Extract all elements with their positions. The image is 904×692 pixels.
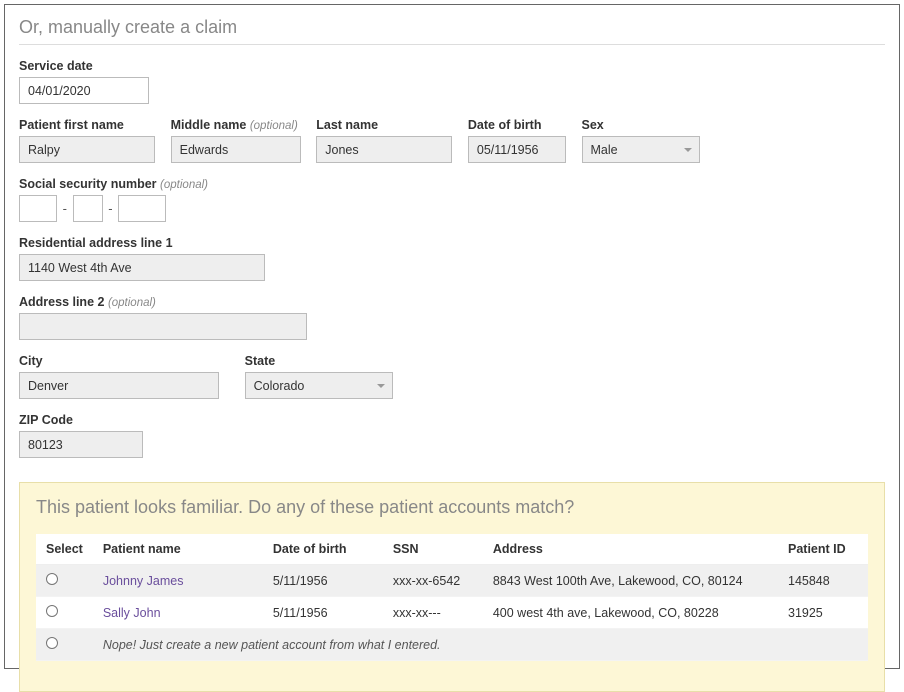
create-new-message: Nope! Just create a new patient account …: [93, 629, 868, 661]
patient-name-link[interactable]: Sally John: [93, 597, 263, 629]
row-dob: 5/11/1956: [263, 565, 383, 597]
create-new-row[interactable]: Nope! Just create a new patient account …: [36, 629, 868, 661]
col-address: Address: [483, 534, 778, 565]
select-radio[interactable]: [46, 605, 58, 617]
zip-input[interactable]: [19, 431, 143, 458]
addr1-input[interactable]: [19, 254, 265, 281]
patient-match-panel: This patient looks familiar. Do any of t…: [19, 482, 885, 692]
addr2-label-text: Address line 2: [19, 295, 104, 309]
col-dob: Date of birth: [263, 534, 383, 565]
col-pid: Patient ID: [778, 534, 868, 565]
ssn-sep-1: -: [63, 201, 67, 216]
row-ssn: xxx-xx---: [383, 597, 483, 629]
state-select[interactable]: [245, 372, 393, 399]
ssn-part-1[interactable]: [19, 195, 57, 222]
match-table: Select Patient name Date of birth SSN Ad…: [36, 534, 868, 661]
row-dob: 5/11/1956: [263, 597, 383, 629]
first-name-label: Patient first name: [19, 118, 155, 132]
last-name-label: Last name: [316, 118, 452, 132]
middle-name-input[interactable]: [171, 136, 301, 163]
ssn-input-group: - -: [19, 201, 166, 216]
addr2-label: Address line 2 (optional): [19, 295, 307, 309]
select-radio[interactable]: [46, 573, 58, 585]
table-row[interactable]: Sally John 5/11/1956 xxx-xx--- 400 west …: [36, 597, 868, 629]
sex-select[interactable]: [582, 136, 700, 163]
dob-label: Date of birth: [468, 118, 566, 132]
middle-name-label-text: Middle name: [171, 118, 247, 132]
middle-name-optional: (optional): [250, 120, 298, 132]
city-label: City: [19, 354, 219, 368]
col-name: Patient name: [93, 534, 263, 565]
first-name-input[interactable]: [19, 136, 155, 163]
row-ssn: xxx-xx-6542: [383, 565, 483, 597]
service-date-label: Service date: [19, 59, 149, 73]
ssn-label-text: Social security number: [19, 177, 157, 191]
dob-input[interactable]: [468, 136, 566, 163]
row-address: 400 west 4th ave, Lakewood, CO, 80228: [483, 597, 778, 629]
addr2-optional: (optional): [108, 297, 156, 309]
last-name-input[interactable]: [316, 136, 452, 163]
sex-label: Sex: [582, 118, 700, 132]
service-date-input[interactable]: [19, 77, 149, 104]
match-prompt: This patient looks familiar. Do any of t…: [36, 497, 868, 518]
section-title: Or, manually create a claim: [19, 17, 885, 45]
state-label: State: [245, 354, 393, 368]
table-row[interactable]: Johnny James 5/11/1956 xxx-xx-6542 8843 …: [36, 565, 868, 597]
addr2-input[interactable]: [19, 313, 307, 340]
claim-form-container: Or, manually create a claim Service date…: [4, 4, 900, 669]
ssn-label: Social security number (optional): [19, 177, 208, 191]
patient-name-link[interactable]: Johnny James: [93, 565, 263, 597]
city-input[interactable]: [19, 372, 219, 399]
middle-name-label: Middle name (optional): [171, 118, 301, 132]
row-address: 8843 West 100th Ave, Lakewood, CO, 80124: [483, 565, 778, 597]
zip-label: ZIP Code: [19, 413, 143, 427]
row-pid: 31925: [778, 597, 868, 629]
row-pid: 145848: [778, 565, 868, 597]
col-ssn: SSN: [383, 534, 483, 565]
ssn-part-2[interactable]: [73, 195, 103, 222]
addr1-label: Residential address line 1: [19, 236, 265, 250]
ssn-optional: (optional): [160, 179, 208, 191]
ssn-part-3[interactable]: [118, 195, 166, 222]
ssn-sep-2: -: [108, 201, 112, 216]
select-radio[interactable]: [46, 637, 58, 649]
col-select: Select: [36, 534, 93, 565]
